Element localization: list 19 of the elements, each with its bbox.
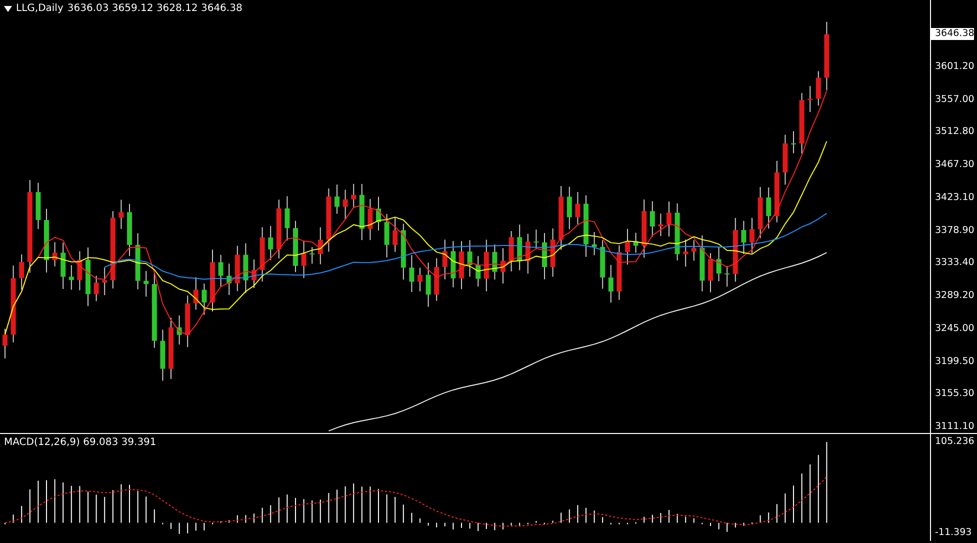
price-axis-label: 3467.30 [934,159,974,171]
ohlc-values: 3636.03 3659.12 3628.12 3646.38 [67,3,242,14]
macd-indicator-label: MACD(12,26,9) 69.083 39.391 [4,437,156,448]
macd-axis-label: 105.236 [934,436,974,448]
price-axis-label: 3245.00 [934,322,974,335]
price-axis-label: 3333.40 [934,257,974,270]
chart-title: LLG,Daily [16,3,64,14]
macd-axis-label: -11.393 [934,527,972,539]
price-axis-label: 3512.80 [934,126,974,138]
price-axis-label: 3155.30 [934,388,974,400]
price-axis-label: 3199.50 [934,356,974,368]
price-axis-label: 3601.20 [934,60,974,73]
price-axis-label: 3557.00 [934,94,974,106]
price-axis-label: 3289.20 [934,290,974,302]
price-axis-label: 3423.10 [934,192,974,204]
price-axis-label: 3111.10 [934,421,974,433]
current-price-label: 3646.38 [931,28,974,40]
price-axis-label: 3378.90 [934,224,974,236]
dropdown-triangle-icon[interactable] [4,6,12,12]
